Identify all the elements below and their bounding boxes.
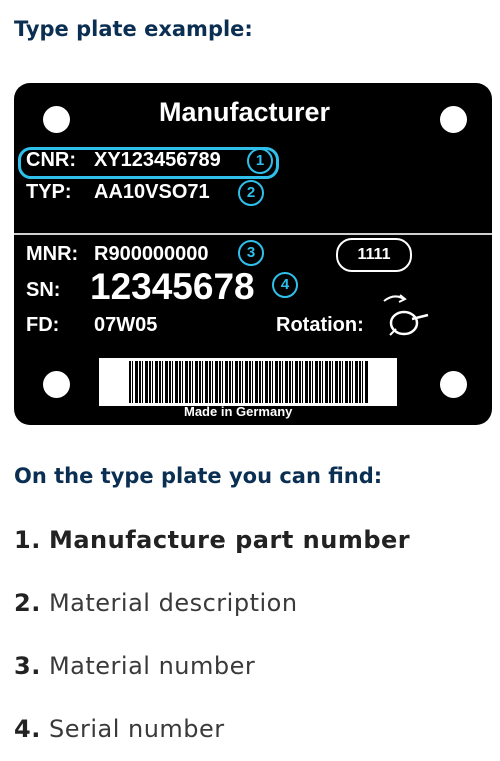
rotation-arrow-icon: [383, 294, 429, 336]
cnr-label: CNR:: [26, 149, 76, 171]
mnr-value: R900000000: [94, 243, 209, 265]
plate-divider: [14, 233, 492, 235]
badge-3: 3: [238, 240, 264, 266]
cnr-value: XY123456789: [94, 149, 221, 171]
sn-label: SN:: [26, 279, 61, 301]
list-item: 1. Manufacture part number: [14, 526, 411, 554]
mounting-hole-top-left: [43, 106, 70, 133]
badge-4: 4: [272, 272, 298, 298]
list-item: 4. Serial number: [14, 715, 225, 743]
rotation-label: Rotation:: [276, 314, 364, 336]
badge-1: 1: [247, 148, 273, 174]
typ-value: AA10VSO71: [94, 181, 210, 203]
sn-value: 12345678: [90, 266, 255, 307]
list-item: 3. Material number: [14, 652, 256, 680]
list-item: 2. Material description: [14, 589, 298, 617]
mnr-label: MNR:: [26, 243, 79, 265]
made-in-text: Made in Germany: [184, 404, 293, 419]
find-heading: On the type plate you can find:: [14, 464, 383, 488]
barcode-bars: [129, 361, 369, 403]
type-plate-heading: Type plate example:: [14, 17, 253, 41]
barcode: [99, 358, 397, 406]
plate-oval-code: 1111: [336, 238, 412, 272]
mounting-hole-bottom-left: [43, 371, 70, 398]
type-plate: Manufacturer CNR: XY123456789 1 TYP: AA1…: [14, 83, 492, 425]
fd-value: 07W05: [94, 314, 158, 336]
badge-2: 2: [238, 180, 264, 206]
typ-label: TYP:: [26, 181, 72, 203]
mounting-hole-bottom-right: [440, 371, 467, 398]
mounting-hole-top-right: [440, 106, 467, 133]
manufacturer-text: Manufacturer: [159, 97, 331, 127]
fd-label: FD:: [26, 314, 60, 336]
